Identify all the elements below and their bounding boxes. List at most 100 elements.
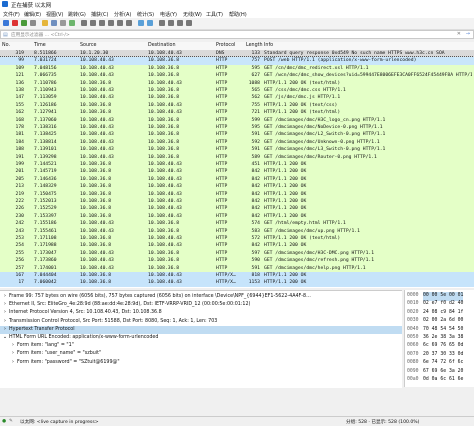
column-source[interactable]: Source — [80, 43, 96, 48]
packet-row[interactable]: 181 7.138425 10.108.40.43 10.108.36.8 HTTP 59… — [0, 131, 474, 139]
packet-row[interactable]: 109 7.048156 10.108.40.43 10.108.36.8 HTTP 59… — [0, 64, 474, 73]
packet-row[interactable]: 230 7.153397 10.108.36.8 10.108.40.43 HTTP 84… — [0, 212, 474, 221]
close-file-icon[interactable] — [60, 20, 66, 26]
packet-src: 10.108.40.43 — [80, 228, 114, 234]
menu-capture[interactable]: 捕获(C) — [91, 11, 108, 18]
packet-dst: 10.108.40.43 — [148, 206, 182, 212]
resize-columns-icon[interactable] — [186, 20, 192, 26]
packet-row[interactable]: 243 7.155461 10.108.40.43 10.108.36.8 HTTP 58… — [0, 227, 474, 235]
column-length[interactable]: Length — [246, 43, 263, 48]
packet-info: GET /html/empty.html HTTP/1.1 — [264, 221, 346, 227]
last-packet-icon[interactable] — [126, 20, 132, 26]
packet-bytes-pane[interactable]: 0000 00 00 5e 00 01 0010 02 e7 f0 d2 40 0020… — [404, 290, 474, 387]
packet-info: GET /dmcimages/dmc/refresh.png HTTP/1.1 — [264, 258, 375, 264]
packet-row[interactable]: 121 7.066735 10.108.40.43 10.108.36.8 HTTP 62… — [0, 72, 474, 80]
restart-capture-icon[interactable] — [21, 20, 27, 26]
packet-proto: HTTP — [216, 154, 228, 160]
options-gear-icon[interactable] — [30, 20, 36, 26]
column-protocol[interactable]: Protocol — [216, 43, 235, 48]
column-no[interactable]: No. — [2, 43, 10, 48]
menu-edit[interactable]: 编辑(E) — [24, 11, 41, 18]
hex-offset: 0070 — [407, 351, 419, 357]
detail-row[interactable]: › Form item: "password" = "SZtuit@6199@" — [0, 359, 402, 368]
menu-view[interactable]: 视图(V) — [46, 11, 63, 18]
start-capture-icon[interactable] — [3, 20, 9, 26]
packet-time: 7.138425 — [34, 132, 57, 138]
packet-info: HTTP/1.1 200 OK — [264, 191, 307, 197]
packet-no: 178 — [15, 125, 24, 130]
packet-row[interactable]: 138 7.110943 10.108.40.43 10.108.36.8 HTTP 56… — [0, 87, 474, 95]
packet-row[interactable]: 155 7.126186 10.108.36.8 10.108.40.43 HTTP 75… — [0, 101, 474, 110]
column-time[interactable]: Time — [34, 43, 46, 48]
packet-row[interactable]: 136 7.110786 10.108.36.8 10.108.40.43 HTTP 10… — [0, 79, 474, 87]
menu-wireless[interactable]: 无线(W) — [183, 11, 202, 18]
packet-len: 842 — [251, 169, 260, 175]
packet-row[interactable]: 213 7.148329 10.108.36.8 10.108.40.43 HTTP 84… — [0, 183, 474, 191]
clear-filter-icon[interactable]: ✕ — [457, 31, 461, 37]
menu-analyze[interactable]: 分析(A) — [114, 11, 131, 18]
packet-row[interactable]: 226 7.152529 10.108.36.8 10.108.40.43 HTTP 84… — [0, 205, 474, 213]
packet-row[interactable]: 242 7.155186 10.108.40.43 10.108.36.8 HTTP 57… — [0, 220, 474, 228]
collapsed-arrow-icon[interactable]: › — [10, 359, 16, 368]
menu-tools[interactable]: 工具(T) — [206, 11, 223, 18]
packet-list[interactable]: 319 8.511866 10.1.20.30 10.108.40.43 DNS 133 S… — [0, 50, 474, 288]
packet-row[interactable]: 319 8.511866 10.1.20.30 10.108.40.43 DNS 133 S… — [0, 50, 474, 58]
hex-row: 0040 70 48 54 54 50 — [405, 326, 474, 335]
packet-row[interactable]: 255 7.173047 10.108.40.43 10.108.36.8 HTTP 59… — [0, 249, 474, 258]
packet-time: 7.152529 — [34, 206, 57, 212]
go-to-packet-icon[interactable] — [108, 20, 114, 26]
packet-row[interactable]: 257 7.174001 10.108.40.43 10.108.36.8 HTTP 59… — [0, 264, 474, 272]
hex-offset: 0050 — [407, 335, 419, 340]
menu-statistics[interactable]: 统计(S) — [137, 11, 154, 18]
open-file-icon[interactable] — [42, 20, 48, 26]
packet-info: HTTP/1.1 200 OK (text/html) — [264, 80, 341, 86]
apply-filter-icon[interactable]: → — [466, 31, 470, 37]
stop-capture-icon[interactable] — [12, 20, 18, 26]
packet-row[interactable]: 191 7.139298 10.108.40.43 10.108.36.8 HTTP 58… — [0, 153, 474, 161]
column-info[interactable]: Info — [264, 43, 273, 48]
zoom-out-icon[interactable] — [168, 20, 174, 26]
autoscroll-icon[interactable] — [138, 20, 144, 26]
display-filter-input[interactable]: ▤ 应用显示过滤器 … <Ctrl-/> ✕ → — [0, 30, 474, 39]
packet-no: 17 — [18, 280, 24, 286]
column-destination[interactable]: Destination — [148, 43, 176, 48]
packet-row[interactable]: 199 7.144521 10.108.36.8 10.108.40.43 HTTP 45… — [0, 161, 474, 169]
packet-row[interactable]: 219 7.150475 10.108.36.8 10.108.40.43 HTTP 84… — [0, 190, 474, 198]
go-forward-icon[interactable] — [99, 20, 105, 26]
menu-telephony[interactable]: 电话(Y) — [160, 11, 177, 18]
packet-row[interactable]: 253 7.171108 10.108.36.8 10.108.40.43 HTTP 57… — [0, 235, 474, 243]
hex-bytes: 24 08 c9 84 1f — [423, 309, 464, 315]
packet-row[interactable]: 184 7.138814 10.108.40.43 10.108.36.8 HTTP 59… — [0, 138, 474, 147]
packet-row[interactable]: 188 7.139101 10.108.40.43 10.108.36.8 HTTP 59… — [0, 146, 474, 154]
packet-row[interactable]: 205 7.146436 10.108.36.8 10.108.40.43 HTTP 84… — [0, 175, 474, 184]
normal-size-icon[interactable] — [177, 20, 183, 26]
go-back-icon[interactable] — [90, 20, 96, 26]
packet-row[interactable]: 17 7.060042 10.108.36.8 10.108.40.43 HTTP/X…… — [0, 279, 474, 287]
menu-help[interactable]: 帮助(H) — [229, 11, 247, 18]
save-file-icon[interactable] — [51, 20, 57, 26]
find-packet-icon[interactable] — [81, 20, 87, 26]
first-packet-icon[interactable] — [117, 20, 123, 26]
packet-no: 168 — [15, 117, 24, 123]
bookmark-icon[interactable]: ▤ — [3, 32, 8, 38]
packet-row[interactable]: 167 7.044404 10.108.36.8 10.108.40.43 HTTP/X… — [0, 272, 474, 280]
zoom-in-icon[interactable] — [159, 20, 165, 26]
packet-len: 565 — [251, 88, 260, 93]
packet-row[interactable]: 162 7.127941 10.108.36.8 10.108.40.43 HTTP 72… — [0, 109, 474, 117]
packet-details-pane[interactable]: › Frame 99: 757 bytes on wire (6056 bits)… — [0, 290, 402, 388]
menu-file[interactable]: 文件(F) — [3, 11, 20, 18]
packet-len: 842 — [251, 206, 260, 212]
packet-row[interactable]: 222 7.152013 10.108.36.8 10.108.40.43 HTTP 84… — [0, 198, 474, 206]
packet-dst: 10.108.36.8 — [148, 221, 180, 227]
packet-row[interactable]: 178 7.138316 10.108.40.43 10.108.36.8 HTTP 59… — [0, 124, 474, 132]
menu-go[interactable]: 跳转(G) — [68, 11, 86, 18]
packet-row[interactable]: 99 7.031724 10.108.40.43 10.108.36.8 HTTP 757… — [0, 56, 474, 66]
packet-row[interactable]: 254 7.171988 10.108.36.8 10.108.40.43 HTTP 84… — [0, 242, 474, 250]
packet-row[interactable]: 256 7.173860 10.108.40.43 10.108.36.8 HTTP 59… — [0, 257, 474, 265]
packet-row[interactable]: 201 7.145719 10.108.36.8 10.108.40.43 HTTP 84… — [0, 168, 474, 176]
colorize-icon[interactable] — [147, 20, 153, 26]
expert-info-icon[interactable]: ✎ — [9, 419, 13, 424]
packet-row[interactable]: 168 7.137060 10.108.40.43 10.108.36.8 HTTP 59… — [0, 116, 474, 124]
reload-icon[interactable] — [69, 20, 75, 26]
packet-row[interactable]: 147 7.113059 10.108.40.43 10.108.36.8 HTTP 56… — [0, 94, 474, 102]
